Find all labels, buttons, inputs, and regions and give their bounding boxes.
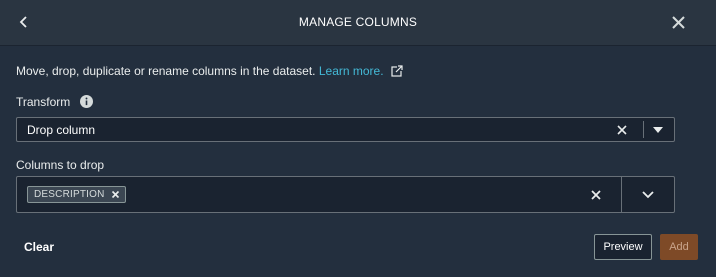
description-text: Move, drop, duplicate or rename columns … — [16, 64, 316, 78]
learn-more-link[interactable]: Learn more. — [319, 64, 384, 78]
panel-title: MANAGE COLUMNS — [298, 15, 418, 29]
info-icon[interactable] — [80, 95, 93, 108]
remove-token-icon[interactable] — [111, 190, 120, 199]
column-token: DESCRIPTION — [27, 186, 126, 203]
columns-to-drop-label: Columns to drop — [16, 158, 105, 172]
clear-columns-icon[interactable] — [589, 188, 603, 202]
select-divider — [643, 121, 644, 138]
chevron-down-icon[interactable] — [641, 190, 655, 200]
column-token-label: DESCRIPTION — [34, 189, 105, 200]
external-link-icon[interactable] — [391, 65, 403, 77]
preview-button[interactable]: Preview — [594, 234, 652, 260]
close-button[interactable] — [666, 10, 690, 34]
panel-header: MANAGE COLUMNS — [0, 0, 716, 46]
close-icon — [671, 15, 685, 29]
transform-select-value: Drop column — [27, 123, 96, 137]
columns-multiselect[interactable]: DESCRIPTION — [16, 176, 675, 213]
transform-label: Transform — [16, 95, 71, 109]
add-button[interactable]: Add — [660, 234, 698, 260]
clear-button[interactable]: Clear — [24, 240, 54, 254]
clear-transform-icon[interactable] — [615, 123, 629, 137]
description: Move, drop, duplicate or rename columns … — [16, 64, 403, 78]
caret-down-icon[interactable] — [652, 125, 664, 135]
multiselect-divider — [621, 177, 622, 212]
transform-select[interactable]: Drop column — [16, 117, 675, 142]
